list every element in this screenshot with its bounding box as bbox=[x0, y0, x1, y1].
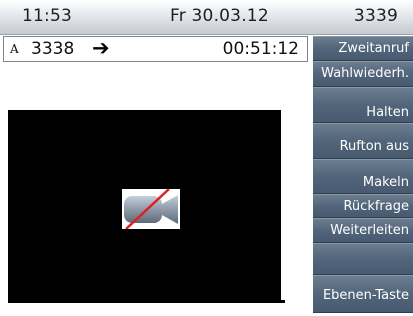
video-area bbox=[8, 110, 285, 303]
call-duration: 00:51:12 bbox=[222, 39, 299, 59]
softkey-wahlwiederholung[interactable]: Wahlwiederh. bbox=[313, 61, 413, 87]
softkey-panel: Zweitanruf Wahlwiederh. Halten Rufton au… bbox=[313, 36, 413, 313]
softkey-makeln[interactable]: Makeln bbox=[313, 159, 413, 194]
softkey-zweitanruf[interactable]: Zweitanruf bbox=[313, 36, 413, 61]
call-number: 3338 bbox=[31, 39, 75, 59]
line-indicator-icon: A bbox=[10, 42, 19, 56]
softkey-ebenen-taste[interactable]: Ebenen-Taste bbox=[313, 275, 413, 313]
clock-time: 11:53 bbox=[22, 6, 72, 26]
softkey-empty[interactable] bbox=[313, 243, 413, 275]
softkey-weiterleiten[interactable]: Weiterleiten bbox=[313, 218, 413, 243]
own-extension: 3339 bbox=[353, 6, 398, 26]
video-border bbox=[281, 110, 285, 300]
camera-off-icon bbox=[122, 189, 180, 229]
status-bar: 11:53 Fr 30.03.12 3339 bbox=[0, 0, 413, 35]
outgoing-arrow-icon: ➔ bbox=[92, 36, 110, 60]
softkey-rufton-aus[interactable]: Rufton aus bbox=[313, 123, 413, 159]
date-display: Fr 30.03.12 bbox=[170, 6, 269, 26]
softkey-halten[interactable]: Halten bbox=[313, 87, 413, 123]
softkey-rueckfrage[interactable]: Rückfrage bbox=[313, 194, 413, 218]
active-call-row[interactable]: A 3338 ➔ 00:51:12 bbox=[3, 36, 308, 62]
